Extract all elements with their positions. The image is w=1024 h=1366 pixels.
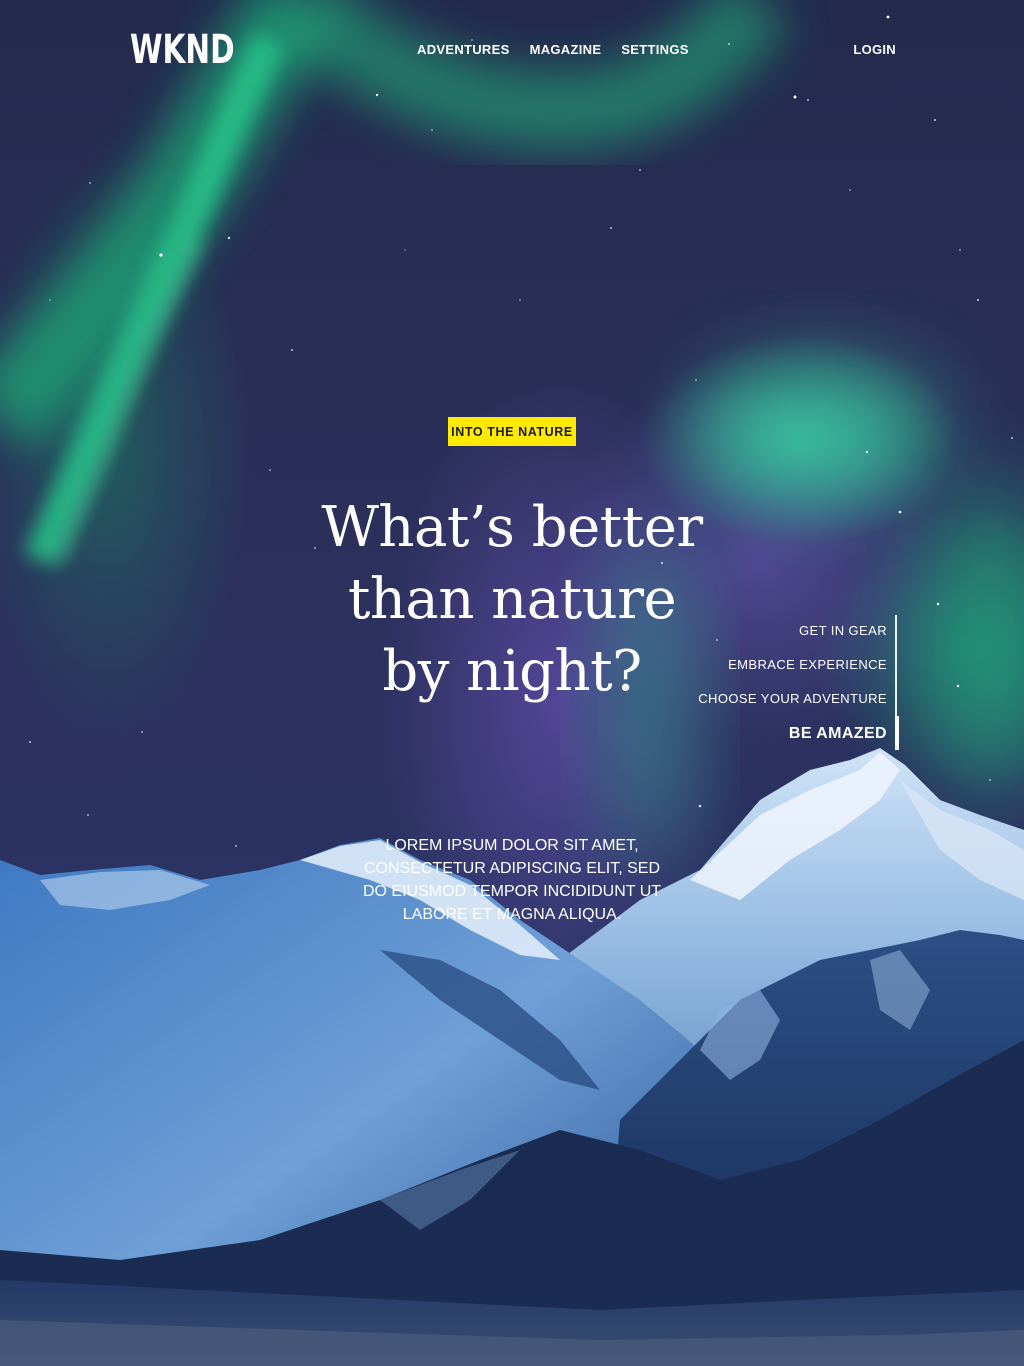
nav-link-magazine[interactable]: MAGAZINE (530, 42, 602, 58)
story-step-nav: GET IN GEAR EMBRACE EXPERIENCE CHOOSE YO… (635, 615, 899, 750)
step-get-in-gear[interactable]: GET IN GEAR (799, 623, 887, 638)
main-nav: ADVENTURES MAGAZINE SETTINGS (417, 42, 689, 58)
step-choose-your-adventure[interactable]: CHOOSE YOUR ADVENTURE (698, 691, 887, 706)
wknd-logo[interactable]: WKND (130, 28, 235, 72)
nav-link-settings[interactable]: SETTINGS (621, 42, 688, 58)
nav-link-adventures[interactable]: ADVENTURES (417, 42, 510, 58)
login-link[interactable]: LOGIN (853, 42, 896, 58)
category-tag: INTO THE NATURE (448, 417, 576, 446)
step-be-amazed[interactable]: BE AMAZED (789, 725, 887, 743)
step-embrace-experience[interactable]: EMBRACE EXPERIENCE (728, 657, 887, 672)
hero-description: LOREM IPSUM DOLOR SIT AMET, CONSECTETUR … (362, 837, 662, 923)
active-step-indicator (895, 716, 899, 750)
